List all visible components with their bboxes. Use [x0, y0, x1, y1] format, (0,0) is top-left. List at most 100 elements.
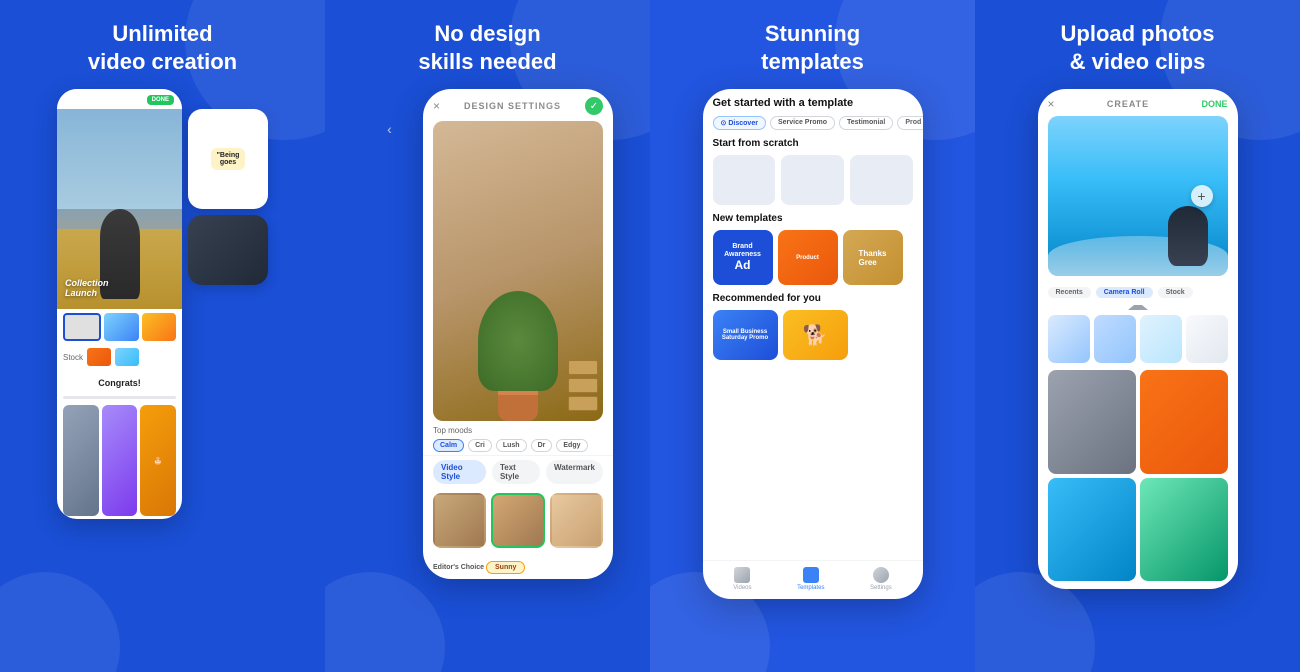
crates-bg	[568, 360, 598, 411]
panel-unlimited-video: Unlimited video creation DONE Collection…	[0, 0, 325, 672]
phone-templates: Get started with a template ⊙Discover Se…	[703, 89, 923, 599]
tab-watermark[interactable]: Watermark	[546, 460, 603, 484]
tab-stock[interactable]: Stock	[1158, 287, 1193, 298]
scratch-card-1[interactable]	[713, 155, 776, 205]
add-media-button[interactable]: +	[1191, 185, 1213, 207]
progress-bar	[63, 396, 176, 399]
template-brand-awareness[interactable]: BrandAwarenessAd	[713, 230, 773, 285]
stock-row: Stock	[57, 345, 182, 369]
close-button[interactable]: ×	[433, 99, 440, 113]
plant-thumb-1[interactable]	[433, 493, 486, 548]
template-product[interactable]: Product	[778, 230, 838, 285]
phone-design-settings: × DESIGN SETTINGS ✓ Top moods	[423, 89, 613, 579]
scratch-section-label: Start from scratch	[703, 133, 923, 152]
stock-thumbnail[interactable]	[115, 348, 139, 366]
scroll-indicator	[1038, 303, 1238, 312]
plant-thumb-3[interactable]	[550, 493, 603, 548]
grid-item-3[interactable]	[1048, 478, 1136, 582]
bottom-image-2[interactable]	[102, 405, 138, 516]
surf-hero-image: +	[1048, 116, 1228, 276]
panel-3-title: Stunning templates	[761, 20, 864, 75]
style-tabs: Video Style Text Style Watermark	[423, 455, 613, 488]
panel-templates: Stunning templates Get started with a te…	[650, 0, 975, 672]
hero-text-overlay: Collection Launch	[65, 279, 109, 299]
plant-image-area	[433, 121, 603, 421]
grid-item-2[interactable]	[1140, 370, 1228, 474]
phone-topbar: DONE	[57, 89, 182, 109]
mood-edgy[interactable]: Edgy	[556, 439, 587, 452]
mood-crisp[interactable]: Cri	[468, 439, 492, 452]
panel-4-title: Upload photos & video clips	[1061, 20, 1215, 75]
panel-design-skills: No design skills needed ‹ × DESIGN SETTI…	[325, 0, 650, 672]
scratch-card-2[interactable]	[781, 155, 844, 205]
thumbnail-row	[57, 309, 182, 345]
create-title: CREATE	[1107, 99, 1149, 109]
grid-item-1[interactable]	[1048, 370, 1136, 474]
templates-main-title: Get started with a template	[713, 97, 854, 109]
stock-label: Stock	[63, 353, 83, 362]
recommended-row: Small BusinessSaturday Promo 🐕	[703, 307, 923, 363]
panel-1-title: Unlimited video creation	[88, 20, 237, 75]
congrats-text: Congrats!	[98, 378, 141, 388]
bottom-image-birthday[interactable]: 🎂	[140, 405, 176, 516]
mood-dr[interactable]: Dr	[531, 439, 553, 452]
moods-label: Top moods	[433, 426, 603, 435]
quote-box: "Being goes	[211, 148, 246, 170]
settings-nav-icon	[873, 567, 889, 583]
tag-service-promo[interactable]: Service Promo	[770, 116, 835, 130]
thumbnail-item[interactable]	[142, 313, 176, 341]
sunny-button[interactable]: Sunny	[486, 561, 525, 574]
nav-templates-label: Templates	[797, 585, 824, 591]
tab-recents[interactable]: Recents	[1048, 287, 1091, 298]
media-thumb-3[interactable]	[1140, 315, 1182, 363]
plant-pot	[498, 391, 538, 421]
panel-1-phones: DONE Collection Launch Stock Congrats!	[16, 89, 309, 656]
side-card-texture	[188, 215, 268, 285]
new-templates-section-label: New templates	[703, 208, 923, 227]
side-mini-col: ‹	[362, 119, 417, 139]
media-thumb-1[interactable]	[1048, 315, 1090, 363]
grid-item-4[interactable]	[1140, 478, 1228, 582]
new-templates-row: BrandAwarenessAd Product ThanksGree	[703, 227, 923, 288]
scratch-cards-row	[703, 152, 923, 208]
rec-template-2[interactable]: 🐕	[783, 310, 848, 360]
mood-calm[interactable]: Calm	[433, 439, 464, 452]
scratch-card-3[interactable]	[850, 155, 913, 205]
nav-templates[interactable]: Templates	[797, 567, 824, 591]
moods-section: Top moods Calm Cri Lush Dr Edgy	[423, 421, 613, 455]
mood-lush[interactable]: Lush	[496, 439, 527, 452]
close-button[interactable]: ×	[1048, 97, 1055, 111]
tab-camera-roll[interactable]: Camera Roll	[1096, 287, 1153, 298]
media-thumbnails-row	[1038, 312, 1238, 366]
phone-upload: × CREATE DONE + Recents Camera Roll Stoc…	[1038, 89, 1238, 589]
rec-template-1[interactable]: Small BusinessSaturday Promo	[713, 310, 778, 360]
tag-discover[interactable]: ⊙Discover	[713, 116, 766, 130]
thumbnail-item[interactable]	[104, 313, 138, 341]
left-arrow-icon[interactable]: ‹	[362, 119, 417, 139]
plant-thumb-2[interactable]	[491, 493, 544, 548]
panel-2-phone-wrapper: ‹ × DESIGN SETTINGS ✓	[341, 89, 634, 656]
video-nav-icon	[734, 567, 750, 583]
nav-settings[interactable]: Settings	[870, 567, 892, 591]
template-thanks[interactable]: ThanksGree	[843, 230, 903, 285]
plant-thumbnails	[423, 488, 613, 556]
editor-choice-section: Editor's Choice Sunny	[423, 556, 613, 579]
panel-upload: Upload photos & video clips × CREATE DON…	[975, 0, 1300, 672]
media-thumb-2[interactable]	[1094, 315, 1136, 363]
plant-leaves	[478, 291, 558, 391]
done-badge: DONE	[147, 95, 174, 105]
tab-video-style[interactable]: Video Style	[433, 460, 486, 484]
media-source-tabs: Recents Camera Roll Stock	[1038, 282, 1238, 303]
stock-thumbnail[interactable]	[87, 348, 111, 366]
tab-text-style[interactable]: Text Style	[492, 460, 540, 484]
surfer-silhouette	[1168, 206, 1208, 266]
media-thumb-4[interactable]	[1186, 315, 1228, 363]
up-arrow-icon	[1128, 305, 1148, 310]
nav-settings-label: Settings	[870, 585, 892, 591]
plant-body	[478, 291, 558, 421]
bottom-images-row: 🎂	[57, 402, 182, 519]
bottom-image-1[interactable]	[63, 405, 99, 516]
media-grid	[1038, 366, 1238, 589]
hero-image: Collection Launch	[57, 109, 182, 309]
thumbnail-item[interactable]	[63, 313, 101, 341]
